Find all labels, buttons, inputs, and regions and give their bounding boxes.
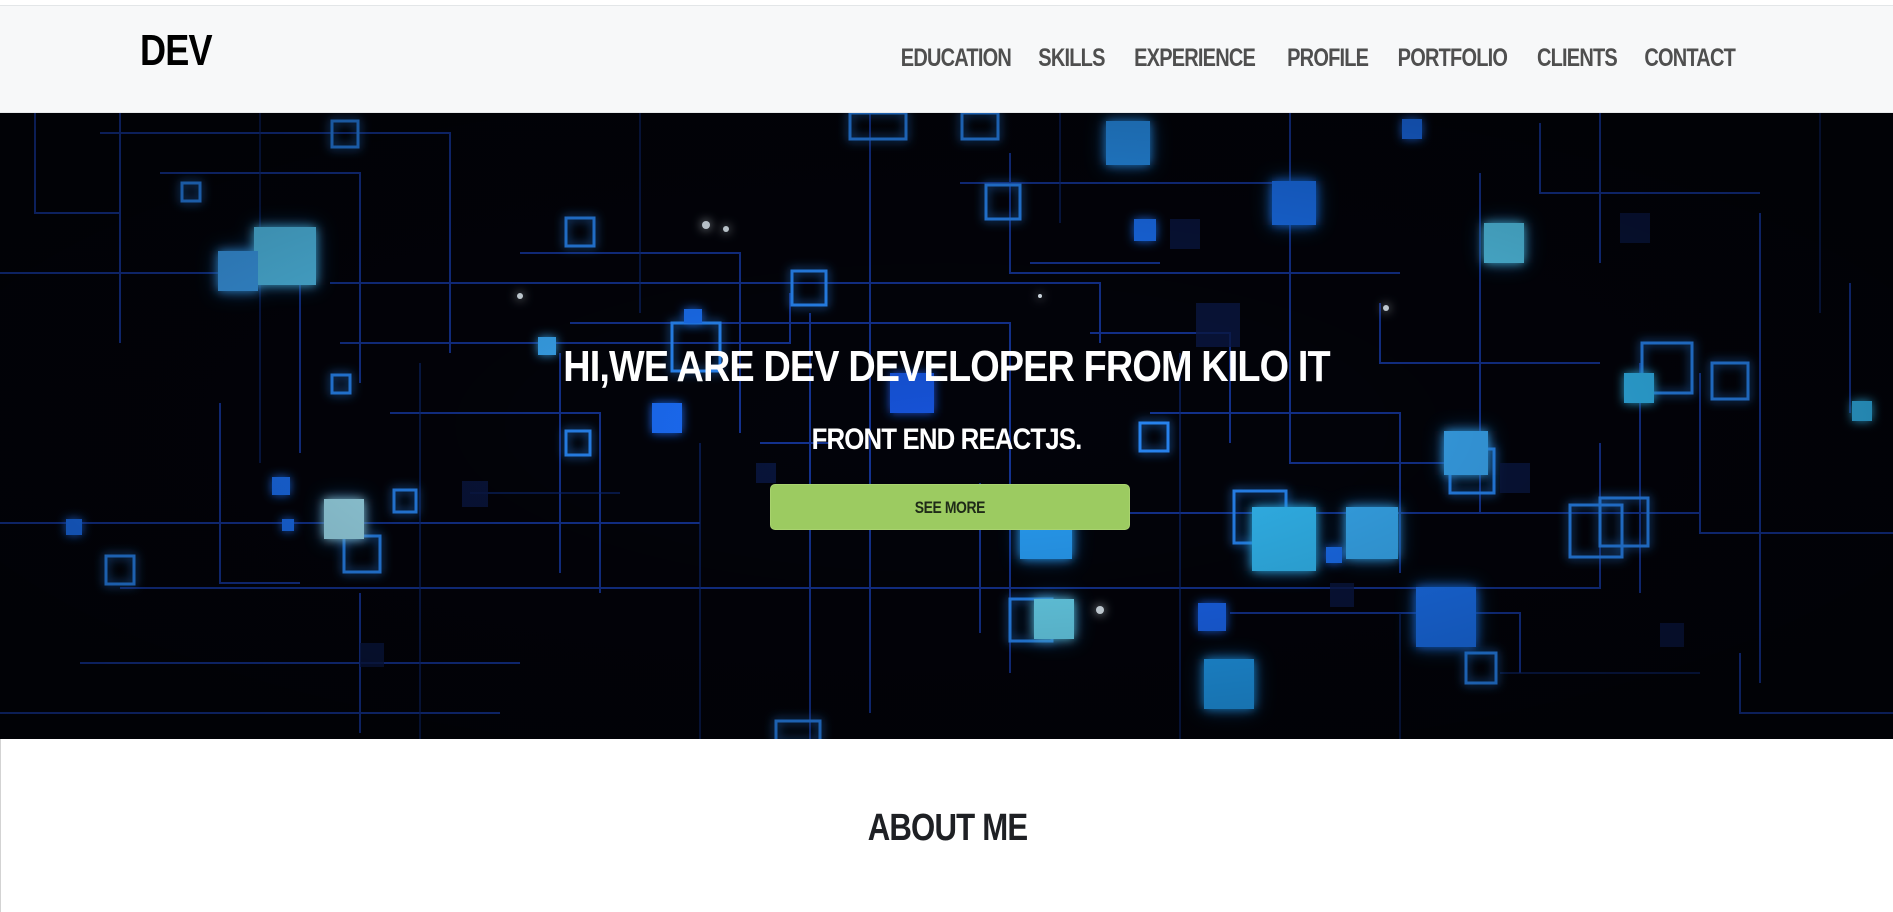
brand-logo[interactable]: DEV bbox=[140, 29, 213, 73]
nav-profile[interactable]: PROFILE bbox=[1280, 46, 1374, 71]
nav-experience[interactable]: EXPERIENCE bbox=[1128, 46, 1262, 71]
page: DEV EDUCATION SKILLS EXPERIENCE PROFILE … bbox=[0, 0, 1893, 912]
nav-skills[interactable]: SKILLS bbox=[1032, 46, 1111, 71]
main-nav: EDUCATION SKILLS EXPERIENCE PROFILE PORT… bbox=[884, 46, 1749, 71]
about-section: ABOUT ME bbox=[0, 739, 1893, 912]
hero-section: HI,WE ARE DEV DEVELOPER FROM KILO IT FRO… bbox=[0, 113, 1893, 739]
nav-clients[interactable]: CLIENTS bbox=[1530, 46, 1623, 71]
see-more-button[interactable]: SEE MORE bbox=[770, 484, 1130, 530]
hero-background-circuit bbox=[0, 113, 1893, 739]
about-title: ABOUT ME bbox=[867, 807, 1028, 849]
nav-portfolio[interactable]: PORTFOLIO bbox=[1391, 46, 1513, 71]
top-navbar: DEV EDUCATION SKILLS EXPERIENCE PROFILE … bbox=[0, 5, 1893, 113]
nav-education[interactable]: EDUCATION bbox=[894, 46, 1017, 71]
see-more-label: SEE MORE bbox=[914, 498, 986, 517]
nav-contact[interactable]: CONTACT bbox=[1638, 46, 1741, 71]
